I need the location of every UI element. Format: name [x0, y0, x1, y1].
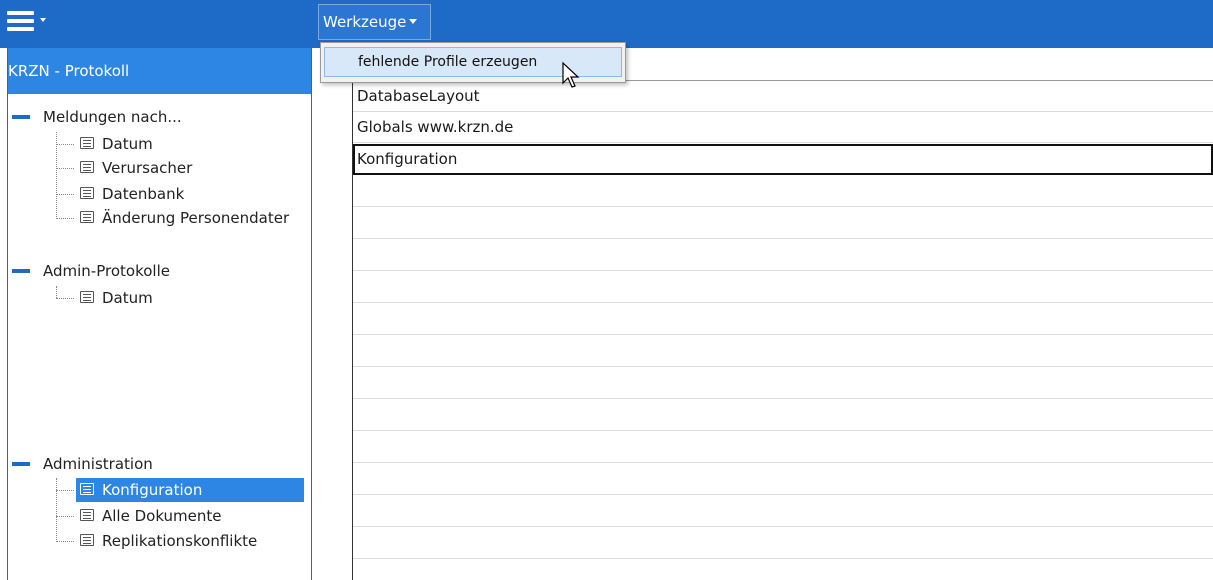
tree-item-label: Replikationskonflikte	[102, 532, 258, 550]
view-icon	[80, 509, 94, 521]
table-row[interactable]	[353, 304, 1213, 335]
view-icon	[80, 534, 94, 546]
tree-item-datenbank[interactable]: Datenbank	[56, 182, 311, 206]
sidebar-title-text: KRZN - Protokoll	[8, 62, 130, 80]
tree-item-konfiguration[interactable]: Konfiguration	[56, 478, 311, 502]
row-title: Konfiguration	[357, 150, 458, 168]
hamburger-menu-icon[interactable]	[7, 7, 67, 43]
tree-item-replikationskonflikte[interactable]: Replikationskonflikte	[56, 529, 311, 553]
view-icon	[80, 291, 94, 303]
view-icon	[80, 161, 94, 173]
table-row[interactable]: Globals www.krzn.de	[353, 112, 1213, 143]
collapse-icon[interactable]	[12, 115, 30, 119]
table-row-focused[interactable]: Konfiguration	[353, 144, 1213, 175]
table-row[interactable]	[353, 496, 1213, 527]
top-toolbar: Werkzeuge	[0, 0, 1213, 48]
table-row[interactable]	[353, 400, 1213, 431]
chevron-down-icon	[40, 18, 46, 22]
tools-menu-button[interactable]: Werkzeuge	[318, 4, 431, 40]
view-icon	[80, 211, 94, 223]
row-title: Globals www.krzn.de	[357, 118, 514, 136]
table-row[interactable]	[353, 432, 1213, 463]
tree-item-label: Alle Dokumente	[102, 507, 222, 525]
tree-group-label: Administration	[43, 455, 153, 473]
table-row[interactable]	[353, 464, 1213, 495]
tree-item-verursacher[interactable]: Verursacher	[56, 156, 311, 180]
tree-item-alle-dokumente[interactable]: Alle Dokumente	[56, 504, 311, 528]
document-view: DatabaseLayout Globals www.krzn.de Konfi…	[312, 48, 1213, 580]
table-row[interactable]	[353, 272, 1213, 303]
chevron-down-icon	[409, 19, 418, 24]
table-row[interactable]	[353, 336, 1213, 367]
table-row[interactable]	[353, 208, 1213, 239]
tree-item-label: Datum	[102, 289, 153, 307]
tree-item-label: Verursacher	[102, 159, 193, 177]
table-row[interactable]	[353, 528, 1213, 559]
tree-item-aenderung-personendaten[interactable]: Änderung Personendater	[56, 206, 311, 230]
table-row[interactable]: DatabaseLayout	[353, 81, 1213, 112]
table-row[interactable]	[353, 368, 1213, 399]
table-row[interactable]	[353, 176, 1213, 207]
sidebar: KRZN - Protokoll Meldungen nach... Datum…	[7, 48, 312, 580]
tree-item-label: Datenbank	[102, 185, 185, 203]
row-title: DatabaseLayout	[357, 87, 480, 105]
tree-item-label: Konfiguration	[102, 481, 203, 499]
view-icon	[80, 137, 94, 149]
tree-item-label: Datum	[102, 135, 153, 153]
tree-item-label: Änderung Personendater	[102, 209, 290, 227]
tree-group-label: Meldungen nach...	[43, 108, 182, 126]
tree-item-datum[interactable]: Datum	[56, 132, 311, 156]
collapse-icon[interactable]	[12, 269, 30, 273]
view-icon	[80, 187, 94, 199]
table-row[interactable]	[353, 240, 1213, 271]
menu-item-label: fehlende Profile erzeugen	[358, 54, 538, 70]
tree-item-admin-datum[interactable]: Datum	[56, 286, 311, 310]
view-icon	[80, 483, 94, 495]
mouse-cursor-icon	[562, 61, 580, 88]
tree-group-label: Admin-Protokolle	[43, 262, 170, 280]
collapse-icon[interactable]	[12, 462, 30, 466]
sidebar-title: KRZN - Protokoll	[8, 48, 311, 94]
tools-menu-label: Werkzeuge	[323, 13, 407, 31]
